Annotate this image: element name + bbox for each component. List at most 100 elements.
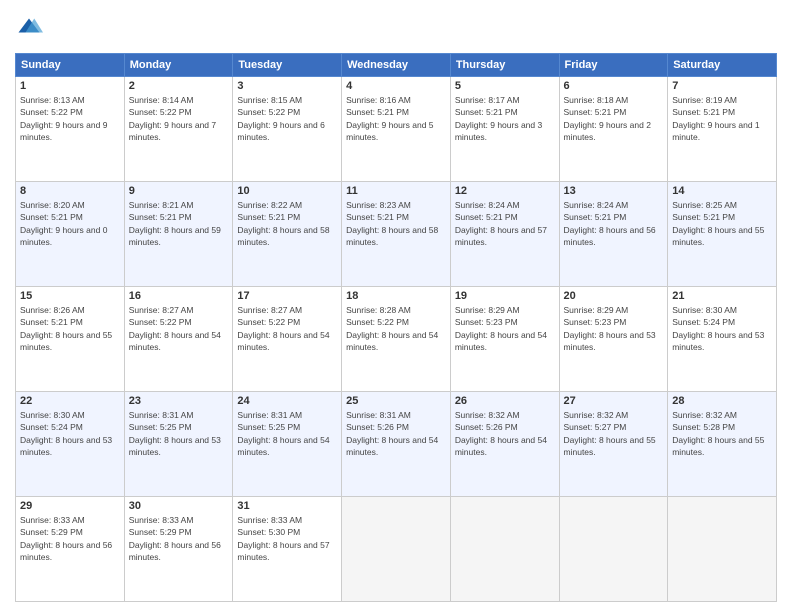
weekday-header-tuesday: Tuesday (233, 54, 342, 77)
day-cell-23: 23 Sunrise: 8:31 AMSunset: 5:25 PMDayligh… (124, 392, 233, 497)
day-number: 17 (237, 290, 337, 302)
calendar-table: SundayMondayTuesdayWednesdayThursdayFrid… (15, 53, 777, 602)
calendar-week-4: 22 Sunrise: 8:30 AMSunset: 5:24 PMDayligh… (16, 392, 777, 497)
day-info: Sunrise: 8:25 AMSunset: 5:21 PMDaylight:… (672, 199, 772, 248)
day-cell-20: 20 Sunrise: 8:29 AMSunset: 5:23 PMDayligh… (559, 287, 668, 392)
day-number: 13 (564, 185, 664, 197)
day-cell-30: 30 Sunrise: 8:33 AMSunset: 5:29 PMDayligh… (124, 497, 233, 602)
day-cell-26: 26Sunrise: 8:32 AMSunset: 5:26 PMDayligh… (450, 392, 559, 497)
day-info: Sunrise: 8:27 AMSunset: 5:22 PMDaylight:… (129, 304, 229, 353)
day-info: Sunrise: 8:32 AMSunset: 5:27 PMDaylight:… (564, 409, 664, 458)
empty-cell (668, 497, 777, 602)
calendar-week-3: 15 Sunrise: 8:26 AMSunset: 5:21 PMDayligh… (16, 287, 777, 392)
calendar-body: 1 Sunrise: 8:13 AMSunset: 5:22 PMDaylight… (16, 77, 777, 602)
day-info: Sunrise: 8:31 AMSunset: 5:25 PMDaylight:… (129, 409, 229, 458)
day-cell-1: 1 Sunrise: 8:13 AMSunset: 5:22 PMDaylight… (16, 77, 125, 182)
day-info: Sunrise: 8:27 AMSunset: 5:22 PMDaylight:… (237, 304, 337, 353)
day-info: Sunrise: 8:29 AMSunset: 5:23 PMDaylight:… (455, 304, 555, 353)
day-number: 18 (346, 290, 446, 302)
day-info: Sunrise: 8:29 AMSunset: 5:23 PMDaylight:… (564, 304, 664, 353)
day-number: 9 (129, 185, 229, 197)
day-info: Sunrise: 8:22 AMSunset: 5:21 PMDaylight:… (237, 199, 337, 248)
day-cell-22: 22 Sunrise: 8:30 AMSunset: 5:24 PMDayligh… (16, 392, 125, 497)
day-cell-3: 3 Sunrise: 8:15 AMSunset: 5:22 PMDaylight… (233, 77, 342, 182)
day-cell-24: 24 Sunrise: 8:31 AMSunset: 5:25 PMDayligh… (233, 392, 342, 497)
calendar-week-2: 8 Sunrise: 8:20 AMSunset: 5:21 PMDaylight… (16, 182, 777, 287)
empty-cell (559, 497, 668, 602)
day-cell-13: 13 Sunrise: 8:24 AMSunset: 5:21 PMDayligh… (559, 182, 668, 287)
day-info: Sunrise: 8:28 AMSunset: 5:22 PMDaylight:… (346, 304, 446, 353)
day-info: Sunrise: 8:30 AMSunset: 5:24 PMDaylight:… (20, 409, 120, 458)
day-number: 15 (20, 290, 120, 302)
weekday-header-wednesday: Wednesday (342, 54, 451, 77)
empty-cell (342, 497, 451, 602)
day-cell-17: 17 Sunrise: 8:27 AMSunset: 5:22 PMDayligh… (233, 287, 342, 392)
day-number: 6 (564, 80, 664, 92)
day-cell-31: 31Sunrise: 8:33 AMSunset: 5:30 PMDayligh… (233, 497, 342, 602)
day-info: Sunrise: 8:23 AMSunset: 5:21 PMDaylight:… (346, 199, 446, 248)
day-number: 19 (455, 290, 555, 302)
day-number: 20 (564, 290, 664, 302)
day-cell-7: 7 Sunrise: 8:19 AMSunset: 5:21 PMDaylight… (668, 77, 777, 182)
weekday-header-friday: Friday (559, 54, 668, 77)
day-number: 12 (455, 185, 555, 197)
day-number: 10 (237, 185, 337, 197)
day-info: Sunrise: 8:18 AMSunset: 5:21 PMDaylight:… (564, 94, 664, 143)
day-number: 27 (564, 395, 664, 407)
day-info: Sunrise: 8:32 AMSunset: 5:28 PMDaylight:… (672, 409, 772, 458)
day-cell-19: 19 Sunrise: 8:29 AMSunset: 5:23 PMDayligh… (450, 287, 559, 392)
logo-icon (15, 15, 43, 43)
day-info: Sunrise: 8:15 AMSunset: 5:22 PMDaylight:… (237, 94, 337, 143)
day-info: Sunrise: 8:33 AMSunset: 5:30 PMDaylight:… (237, 514, 337, 563)
day-info: Sunrise: 8:24 AMSunset: 5:21 PMDaylight:… (564, 199, 664, 248)
day-info: Sunrise: 8:16 AMSunset: 5:21 PMDaylight:… (346, 94, 446, 143)
weekday-header-sunday: Sunday (16, 54, 125, 77)
day-cell-28: 28Sunrise: 8:32 AMSunset: 5:28 PMDayligh… (668, 392, 777, 497)
day-cell-2: 2 Sunrise: 8:14 AMSunset: 5:22 PMDaylight… (124, 77, 233, 182)
day-cell-21: 21Sunrise: 8:30 AMSunset: 5:24 PMDayligh… (668, 287, 777, 392)
day-info: Sunrise: 8:13 AMSunset: 5:22 PMDaylight:… (20, 94, 120, 143)
day-number: 8 (20, 185, 120, 197)
day-number: 5 (455, 80, 555, 92)
day-cell-12: 12Sunrise: 8:24 AMSunset: 5:21 PMDayligh… (450, 182, 559, 287)
day-number: 14 (672, 185, 772, 197)
day-cell-11: 11Sunrise: 8:23 AMSunset: 5:21 PMDayligh… (342, 182, 451, 287)
day-cell-8: 8 Sunrise: 8:20 AMSunset: 5:21 PMDaylight… (16, 182, 125, 287)
day-info: Sunrise: 8:33 AMSunset: 5:29 PMDaylight:… (20, 514, 120, 563)
day-info: Sunrise: 8:14 AMSunset: 5:22 PMDaylight:… (129, 94, 229, 143)
day-info: Sunrise: 8:30 AMSunset: 5:24 PMDaylight:… (672, 304, 772, 353)
header (15, 15, 777, 43)
weekday-header-saturday: Saturday (668, 54, 777, 77)
day-number: 24 (237, 395, 337, 407)
day-cell-29: 29 Sunrise: 8:33 AMSunset: 5:29 PMDayligh… (16, 497, 125, 602)
day-number: 4 (346, 80, 446, 92)
day-info: Sunrise: 8:33 AMSunset: 5:29 PMDaylight:… (129, 514, 229, 563)
day-cell-10: 10 Sunrise: 8:22 AMSunset: 5:21 PMDayligh… (233, 182, 342, 287)
day-info: Sunrise: 8:26 AMSunset: 5:21 PMDaylight:… (20, 304, 120, 353)
day-cell-6: 6 Sunrise: 8:18 AMSunset: 5:21 PMDaylight… (559, 77, 668, 182)
day-info: Sunrise: 8:31 AMSunset: 5:26 PMDaylight:… (346, 409, 446, 458)
weekday-header-thursday: Thursday (450, 54, 559, 77)
day-number: 23 (129, 395, 229, 407)
day-number: 30 (129, 500, 229, 512)
calendar-week-1: 1 Sunrise: 8:13 AMSunset: 5:22 PMDaylight… (16, 77, 777, 182)
day-cell-4: 4 Sunrise: 8:16 AMSunset: 5:21 PMDaylight… (342, 77, 451, 182)
day-cell-18: 18 Sunrise: 8:28 AMSunset: 5:22 PMDayligh… (342, 287, 451, 392)
day-cell-16: 16Sunrise: 8:27 AMSunset: 5:22 PMDayligh… (124, 287, 233, 392)
day-number: 3 (237, 80, 337, 92)
day-number: 22 (20, 395, 120, 407)
page: SundayMondayTuesdayWednesdayThursdayFrid… (0, 0, 792, 612)
day-info: Sunrise: 8:19 AMSunset: 5:21 PMDaylight:… (672, 94, 772, 143)
day-cell-5: 5Sunrise: 8:17 AMSunset: 5:21 PMDaylight… (450, 77, 559, 182)
day-number: 7 (672, 80, 772, 92)
weekday-header-row: SundayMondayTuesdayWednesdayThursdayFrid… (16, 54, 777, 77)
day-info: Sunrise: 8:21 AMSunset: 5:21 PMDaylight:… (129, 199, 229, 248)
empty-cell (450, 497, 559, 602)
day-info: Sunrise: 8:31 AMSunset: 5:25 PMDaylight:… (237, 409, 337, 458)
day-number: 2 (129, 80, 229, 92)
day-info: Sunrise: 8:20 AMSunset: 5:21 PMDaylight:… (20, 199, 120, 248)
day-number: 29 (20, 500, 120, 512)
day-number: 1 (20, 80, 120, 92)
day-number: 25 (346, 395, 446, 407)
day-cell-15: 15 Sunrise: 8:26 AMSunset: 5:21 PMDayligh… (16, 287, 125, 392)
